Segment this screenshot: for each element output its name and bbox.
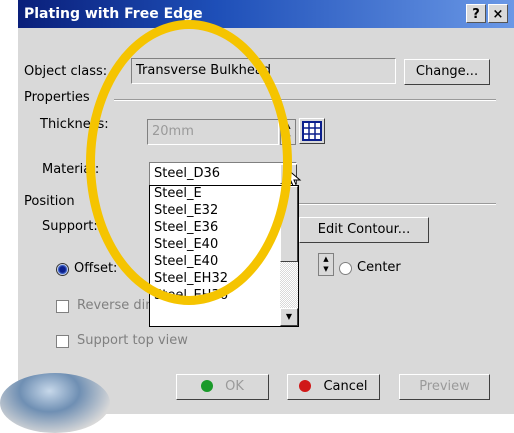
- thickness-field[interactable]: 20mm: [147, 119, 279, 145]
- position-group-label: Position: [24, 194, 75, 209]
- cancel-status-icon: [299, 380, 312, 392]
- reverse-direction-checkbox[interactable]: [56, 300, 69, 313]
- material-option[interactable]: Steel_E40: [150, 237, 298, 254]
- properties-group-label: Properties: [24, 90, 90, 105]
- center-label: Center: [357, 260, 401, 275]
- cancel-label: Cancel: [323, 379, 368, 394]
- offset-label: Offset:: [74, 261, 118, 276]
- center-radio[interactable]: [339, 262, 352, 275]
- ok-status-icon: [201, 380, 214, 392]
- close-button[interactable]: ×: [488, 4, 508, 23]
- properties-separator: [114, 99, 496, 101]
- scrollbar-thumb[interactable]: [280, 186, 298, 262]
- spin-up-icon[interactable]: ▲: [319, 254, 333, 265]
- thickness-spinner[interactable]: ▲ ▼: [280, 119, 296, 145]
- position-separator: [299, 203, 496, 205]
- plating-dialog: Plating with Free Edge ? × Object class:…: [18, 0, 514, 414]
- spin-down-icon[interactable]: ▼: [281, 132, 295, 144]
- support-top-view-checkbox[interactable]: [56, 335, 69, 348]
- thickness-label: Thickness:: [40, 117, 109, 132]
- object-class-field: Transverse Bulkhead: [131, 58, 396, 84]
- material-combo[interactable]: Steel_D36: [149, 162, 297, 186]
- material-option[interactable]: Steel_E32: [150, 203, 298, 220]
- background-artwork: [0, 373, 110, 433]
- material-option[interactable]: Steel_EH32: [150, 271, 298, 288]
- spin-down-icon[interactable]: ▼: [319, 265, 333, 276]
- material-option[interactable]: Steel_E: [150, 186, 298, 203]
- scroll-down-arrow-icon[interactable]: ▼: [280, 308, 298, 326]
- support-top-view-label: Support top view: [77, 333, 188, 348]
- edit-contour-button[interactable]: Edit Contour...: [299, 217, 429, 243]
- support-label: Support:: [42, 219, 98, 234]
- ok-label: OK: [225, 379, 244, 394]
- material-option[interactable]: Steel_E40: [150, 254, 298, 271]
- material-option[interactable]: Steel_E36: [150, 220, 298, 237]
- ok-button[interactable]: OK: [176, 374, 269, 400]
- cancel-button[interactable]: Cancel: [287, 374, 380, 400]
- formula-grid-button[interactable]: [299, 118, 325, 144]
- spin-up-icon[interactable]: ▲: [281, 120, 295, 132]
- offset-spinner[interactable]: ▲ ▼: [318, 253, 334, 276]
- change-button[interactable]: Change...: [404, 59, 490, 85]
- material-option[interactable]: Steel_EH36: [150, 288, 298, 305]
- window-title: Plating with Free Edge: [24, 6, 203, 22]
- preview-button[interactable]: Preview: [399, 374, 490, 400]
- material-label: Material:: [42, 162, 100, 177]
- material-dropdown-list[interactable]: Steel_E Steel_E32 Steel_E36 Steel_E40 St…: [149, 185, 299, 327]
- object-class-label: Object class:: [24, 64, 108, 79]
- help-button[interactable]: ?: [466, 4, 486, 23]
- grid-icon: [302, 121, 322, 141]
- offset-radio[interactable]: [56, 263, 69, 276]
- list-scrollbar[interactable]: ▼: [280, 186, 298, 326]
- title-bar[interactable]: Plating with Free Edge ? ×: [18, 0, 514, 28]
